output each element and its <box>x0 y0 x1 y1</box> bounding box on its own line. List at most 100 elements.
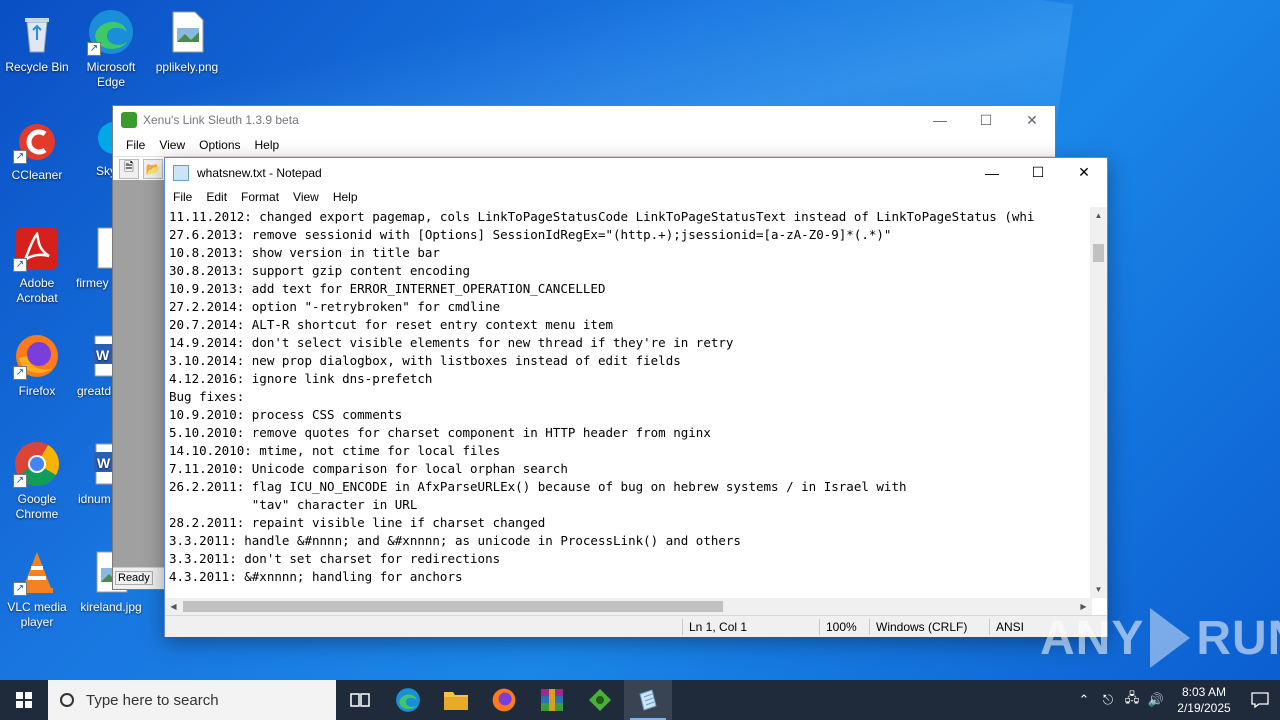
word-doc-icon: W <box>91 332 114 380</box>
notification-icon <box>1251 692 1269 708</box>
scroll-left-icon[interactable]: ◀ <box>165 598 182 615</box>
taskbar-search-box[interactable]: Type here to search <box>48 680 336 720</box>
close-button[interactable]: ✕ <box>1061 158 1107 187</box>
xenu-menu-view[interactable]: View <box>152 138 192 152</box>
text-line: 14.10.2010: mtime, not ctime for local f… <box>169 443 501 458</box>
notepad-menu-edit[interactable]: Edit <box>199 190 234 204</box>
show-hidden-icons-icon[interactable]: ⌃ <box>1072 692 1096 708</box>
text-line: 26.2.2011: flag ICU_NO_ENCODE in AfxPars… <box>169 479 907 494</box>
notepad-menu-file[interactable]: File <box>166 190 199 204</box>
desktop-icon-recycle-bin[interactable]: Recycle Bin <box>0 8 74 75</box>
notepad-window[interactable]: whatsnew.txt - Notepad — ☐ ✕ File Edit F… <box>164 157 1108 637</box>
watermark-left-text: ANY <box>1040 611 1145 665</box>
taskbar-notepad[interactable] <box>624 680 672 720</box>
desktop-icon-idnum[interactable]: W idnum <box>74 440 114 507</box>
taskbar: Type here to search ⌃ ⎋ 🖧 🔊 8:03 AM 2/19… <box>0 680 1280 720</box>
desktop-icon-firmey[interactable]: firmey <box>74 224 114 291</box>
xenu-menubar: File View Options Help <box>113 134 1055 156</box>
desktop-icon-edge[interactable]: ↗ Microsoft Edge <box>74 8 148 90</box>
vlc-icon: ↗ <box>13 548 61 596</box>
text-line: 10.8.2013: show version in title bar <box>169 245 440 260</box>
text-line: 27.2.2014: option "-retrybroken" for cmd… <box>169 299 501 314</box>
desktop-icon-pplikely[interactable]: pplikely.png <box>150 8 224 75</box>
desktop-icon-label: CCleaner <box>11 168 63 182</box>
scroll-down-icon[interactable]: ▼ <box>1090 581 1107 598</box>
desktop-icon-label: VLC media player <box>7 600 67 629</box>
xenu-menu-help[interactable]: Help <box>248 138 287 152</box>
text-line: 3.3.2011: handle &#nnnn; and &#xnnnn; as… <box>169 533 741 548</box>
winrar-icon <box>541 689 563 711</box>
notification-center-button[interactable] <box>1240 692 1280 708</box>
horizontal-scrollbar[interactable]: ◀ ▶ <box>165 598 1092 615</box>
open-folder-icon[interactable]: 📂 <box>143 158 163 179</box>
text-line: Bug fixes: <box>169 389 245 404</box>
desktop-icon-label: Microsoft Edge <box>86 60 136 89</box>
notepad-titlebar[interactable]: whatsnew.txt - Notepad — ☐ ✕ <box>165 158 1107 187</box>
notepad-menu-help[interactable]: Help <box>326 190 365 204</box>
notepad-menu-view[interactable]: View <box>286 190 326 204</box>
new-file-icon[interactable]: 🗎 <box>119 158 139 179</box>
search-icon <box>60 693 74 707</box>
maximize-button[interactable]: ☐ <box>963 106 1009 134</box>
svg-text:W: W <box>96 347 110 363</box>
xenu-status-text: Ready <box>115 571 153 585</box>
usb-device-icon[interactable]: ⎋ <box>1096 692 1120 708</box>
clock-date: 2/19/2025 <box>1177 701 1231 715</box>
chrome-icon: ↗ <box>13 440 61 488</box>
vertical-scrollbar[interactable]: ▲ ▼ <box>1090 207 1107 598</box>
maximize-button[interactable]: ☐ <box>1015 158 1061 187</box>
desktop-icon-label: Adobe Acrobat <box>16 276 58 305</box>
desktop-icon-vlc[interactable]: ↗ VLC media player <box>0 548 74 630</box>
desktop-icon-acrobat[interactable]: ↗ Adobe Acrobat <box>0 224 74 306</box>
status-cursor-position: Ln 1, Col 1 <box>682 619 747 635</box>
windows-logo-icon <box>16 692 32 708</box>
desktop-icon-chrome[interactable]: ↗ Google Chrome <box>0 440 74 522</box>
volume-icon[interactable]: 🔊 <box>1144 692 1168 708</box>
close-button[interactable]: ✕ <box>1009 106 1055 134</box>
xenu-menu-options[interactable]: Options <box>192 138 247 152</box>
start-button[interactable] <box>0 680 48 720</box>
desktop-icon-greatd[interactable]: W greatd <box>74 332 114 399</box>
text-line: 20.7.2014: ALT-R shortcut for reset entr… <box>169 317 614 332</box>
taskbar-file-explorer[interactable] <box>432 680 480 720</box>
play-icon <box>1150 608 1191 668</box>
file-explorer-icon <box>444 692 468 710</box>
status-encoding: ANSI <box>989 619 1024 635</box>
task-view-button[interactable] <box>336 680 384 720</box>
watermark-right-text: RUN <box>1196 611 1280 665</box>
minimize-button[interactable]: — <box>917 106 963 134</box>
desktop-icon-label: Firefox <box>18 384 56 398</box>
notepad-icon <box>639 689 657 711</box>
desktop-icon-firefox[interactable]: ↗ Firefox <box>0 332 74 399</box>
acrobat-icon: ↗ <box>13 224 61 272</box>
text-line: "tav" character in URL <box>169 497 418 512</box>
notepad-menubar: File Edit Format View Help <box>165 187 1107 207</box>
taskbar-clock[interactable]: 8:03 AM 2/19/2025 <box>1168 684 1240 716</box>
firefox-icon: ↗ <box>13 332 61 380</box>
desktop-icon-ccleaner[interactable]: ↗ CCleaner <box>0 116 74 183</box>
xenu-client-area <box>113 180 165 569</box>
xenu-titlebar[interactable]: Xenu's Link Sleuth 1.3.9 beta — ☐ ✕ <box>113 106 1055 134</box>
text-line: 10.9.2010: process CSS comments <box>169 407 403 422</box>
xenu-title: Xenu's Link Sleuth 1.3.9 beta <box>143 113 299 127</box>
text-line: 28.2.2011: repaint visible line if chars… <box>169 515 546 530</box>
recycle-bin-icon <box>13 8 61 56</box>
desktop-icon-label: kireland.jpg <box>80 600 142 614</box>
taskbar-xenu[interactable] <box>576 680 624 720</box>
taskbar-edge[interactable] <box>384 680 432 720</box>
vertical-scroll-thumb[interactable] <box>1093 244 1104 262</box>
taskbar-firefox[interactable] <box>480 680 528 720</box>
text-line: 14.9.2014: don't select visible elements… <box>169 335 734 350</box>
notepad-text-area[interactable]: 11.11.2012: changed export pagemap, cols… <box>165 207 1092 598</box>
horizontal-scroll-thumb[interactable] <box>183 601 723 612</box>
xenu-menu-file[interactable]: File <box>119 138 152 152</box>
network-icon[interactable]: 🖧 <box>1120 689 1144 711</box>
taskbar-winrar[interactable] <box>528 680 576 720</box>
desktop-icon-skype[interactable]: Sky <box>74 116 114 179</box>
firefox-icon <box>492 688 516 712</box>
notepad-menu-format[interactable]: Format <box>234 190 286 204</box>
scroll-up-icon[interactable]: ▲ <box>1090 207 1107 224</box>
desktop-icon-label: Recycle Bin <box>5 60 69 74</box>
minimize-button[interactable]: — <box>969 158 1015 187</box>
svg-text:W: W <box>97 455 111 471</box>
